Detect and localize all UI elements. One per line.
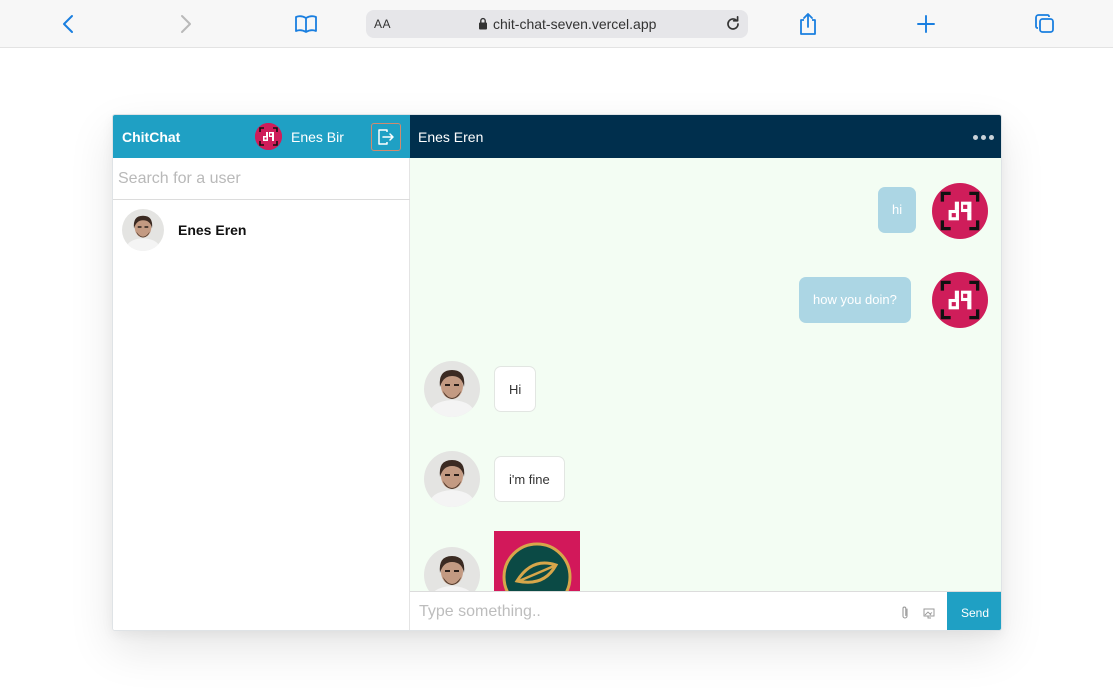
dot-icon — [972, 134, 978, 140]
current-user-name: Enes Bir — [291, 129, 344, 145]
contact-avatar — [122, 209, 164, 251]
bookmarks-icon[interactable] — [290, 8, 322, 40]
receiver-avatar — [424, 361, 480, 417]
chat-app: ChitChat Enes Bir Search for a user Enes… — [112, 114, 1002, 631]
user-search — [113, 158, 410, 200]
lock-icon — [478, 17, 488, 35]
url-text: chit-chat-seven.vercel.app — [493, 16, 657, 32]
send-button[interactable]: Send — [947, 592, 1001, 630]
sidebar-header: ChitChat Enes Bir — [113, 115, 410, 158]
logout-button[interactable] — [371, 123, 401, 151]
message-composer: Send — [410, 591, 1001, 630]
message-bubble-incoming: Hi — [494, 366, 537, 412]
message-bubble-incoming: i'm fine — [494, 456, 565, 502]
contact-item[interactable]: Enes Eren — [113, 207, 410, 255]
back-icon[interactable] — [52, 8, 84, 40]
receiver-avatar — [424, 451, 480, 507]
app-brand: ChitChat — [122, 129, 181, 145]
dot-icon — [988, 134, 994, 140]
chat-header: Enes Eren — [410, 115, 1001, 158]
message-input[interactable] — [410, 592, 890, 630]
sender-avatar — [932, 272, 988, 328]
browser-toolbar: AA chit-chat-seven.vercel.app — [0, 0, 1113, 48]
message-list: hi how you doin? Hi i'm fine — [410, 158, 1001, 591]
dot-icon — [980, 134, 986, 140]
message-image[interactable] — [494, 531, 580, 591]
current-user-avatar — [255, 123, 282, 150]
reader-options-button[interactable]: AA — [374, 17, 391, 31]
new-tab-icon[interactable] — [910, 8, 942, 40]
receiver-avatar — [424, 547, 480, 591]
message-bubble-outgoing: how you doin? — [799, 277, 911, 323]
attachment-icon[interactable] — [898, 605, 912, 621]
address-bar[interactable]: AA chit-chat-seven.vercel.app — [366, 10, 748, 38]
reload-icon[interactable] — [724, 15, 742, 38]
search-input[interactable] — [113, 158, 410, 199]
chat-panel: Enes Eren hi how you doin? Hi i'm fine T… — [410, 115, 1001, 630]
image-upload-icon[interactable] — [922, 605, 936, 621]
more-options-button[interactable] — [970, 127, 996, 147]
message-bubble-outgoing: hi — [878, 187, 917, 233]
sidebar: ChitChat Enes Bir Search for a user Enes… — [113, 115, 410, 630]
forward-icon[interactable] — [170, 8, 202, 40]
share-icon[interactable] — [792, 8, 824, 40]
logout-icon — [378, 129, 394, 145]
chat-partner-name: Enes Eren — [418, 129, 484, 145]
contact-name: Enes Eren — [178, 222, 247, 238]
sender-avatar — [932, 183, 988, 239]
tabs-icon[interactable] — [1029, 8, 1061, 40]
